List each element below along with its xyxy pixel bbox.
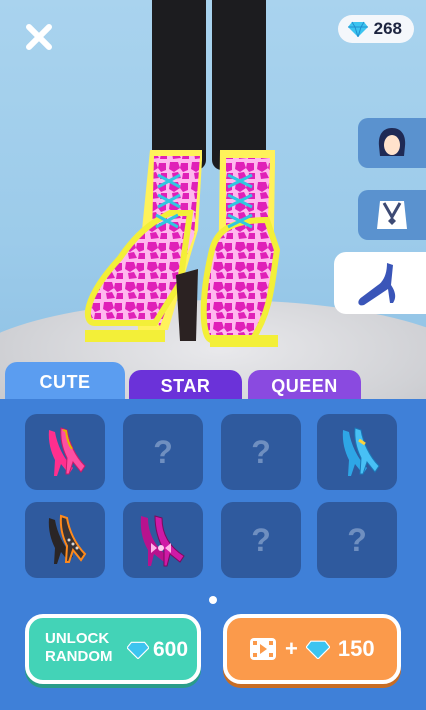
- ad-reward: + 150: [249, 636, 375, 662]
- unlock-label-line2: RANDOM: [45, 648, 113, 665]
- locked-question-mark: ?: [251, 433, 271, 470]
- item-slot[interactable]: [25, 414, 105, 490]
- item-slot-locked[interactable]: ?: [317, 502, 397, 578]
- magenta-bow-heels-icon: [140, 515, 185, 567]
- tab-label: QUEEN: [271, 375, 338, 396]
- close-icon: [26, 24, 52, 50]
- shoe-icon: [358, 263, 396, 306]
- diamond-icon: [127, 641, 149, 659]
- item-slot-locked[interactable]: ?: [221, 414, 301, 490]
- category-necklace-button[interactable]: [358, 190, 426, 240]
- page-indicator-dot: [209, 596, 217, 604]
- gem-counter: 268: [337, 15, 414, 43]
- tab-label: CUTE: [39, 371, 91, 392]
- category-hair-button[interactable]: [358, 118, 426, 168]
- ad-reward-value: 150: [337, 636, 375, 661]
- watch-ad-button[interactable]: + 150: [223, 614, 401, 684]
- tab-cute[interactable]: CUTE: [5, 362, 125, 402]
- diamond-icon: [347, 21, 368, 37]
- locked-question-mark: ?: [251, 521, 271, 558]
- pink-heels-icon: [48, 427, 86, 476]
- unlock-cost-value: 600: [153, 638, 189, 661]
- locked-question-mark: ?: [347, 521, 367, 558]
- item-slot[interactable]: [317, 414, 397, 490]
- hair-icon: [378, 128, 406, 156]
- gem-count: 268: [373, 19, 402, 38]
- black-spiked-heels-icon: [48, 514, 87, 564]
- tab-star[interactable]: STAR: [129, 370, 242, 402]
- collection-tabs: CUTE STAR QUEEN: [0, 362, 426, 402]
- blue-heels-icon: [342, 427, 380, 476]
- close-button[interactable]: [24, 22, 54, 52]
- unlock-cost: 600: [127, 638, 188, 662]
- ad-plus-sign: +: [285, 636, 298, 661]
- unlock-label: UNLOCK RANDOM: [45, 630, 113, 666]
- tab-queen[interactable]: QUEEN: [248, 370, 361, 402]
- right-boot: [200, 150, 281, 347]
- item-slot[interactable]: [25, 502, 105, 578]
- video-icon: [250, 638, 276, 660]
- item-slot-locked[interactable]: ?: [123, 414, 203, 490]
- necklace-icon: [377, 201, 407, 229]
- diamond-icon: [305, 640, 330, 659]
- item-slot-locked[interactable]: ?: [221, 502, 301, 578]
- category-shoes-button[interactable]: [334, 252, 426, 314]
- unlock-random-button[interactable]: UNLOCK RANDOM 600: [25, 614, 201, 684]
- locked-question-mark: ?: [153, 433, 173, 470]
- unlock-label-line1: UNLOCK: [45, 630, 110, 647]
- tab-label: STAR: [160, 375, 211, 396]
- item-slot[interactable]: [123, 502, 203, 578]
